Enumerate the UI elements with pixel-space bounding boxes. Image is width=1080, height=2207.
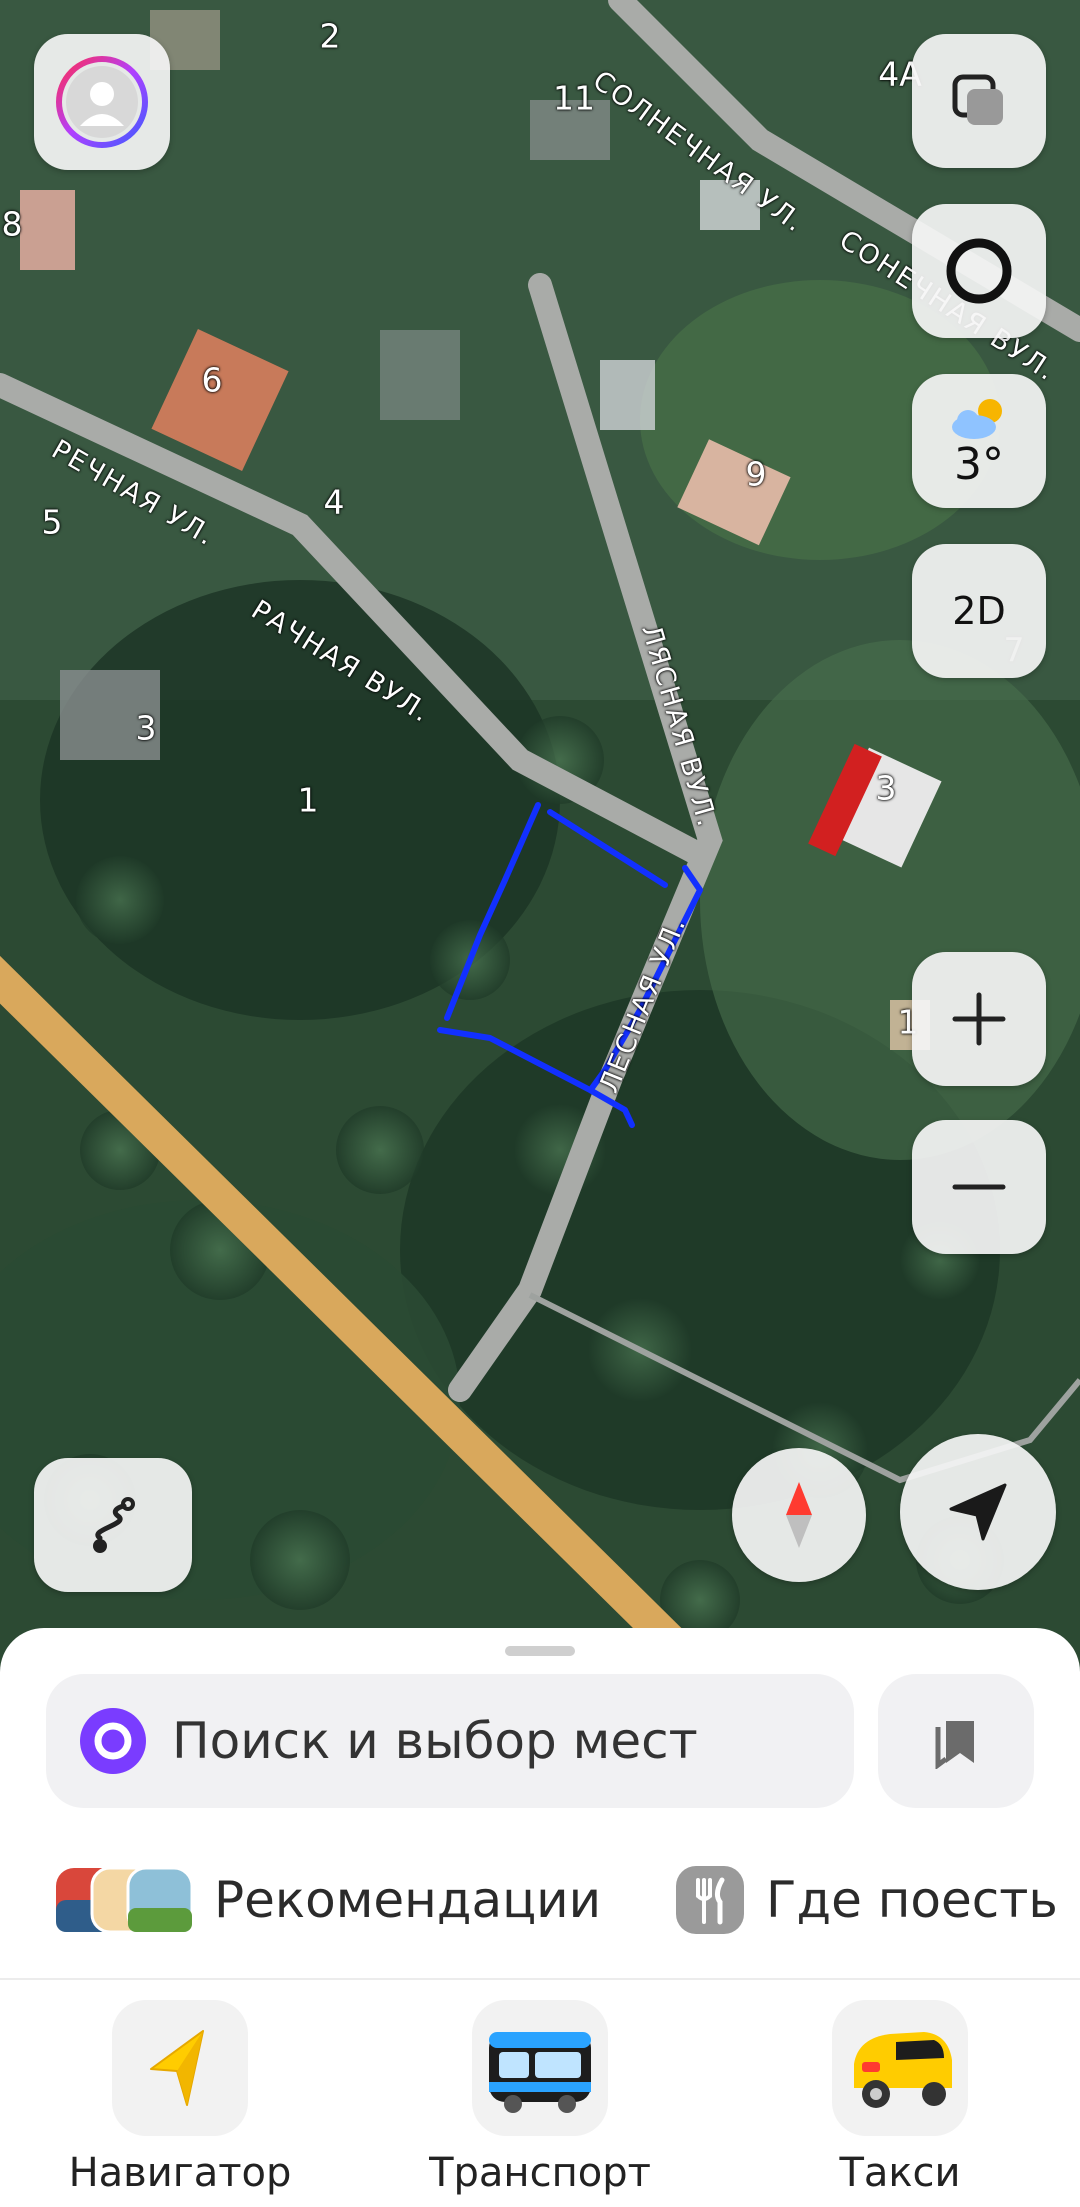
profile-icon bbox=[56, 56, 148, 148]
chip-recommendations[interactable]: Рекомендации bbox=[56, 1860, 601, 1940]
bottom-sheet[interactable]: Поиск и выбор мест Рекомендации Где поес… bbox=[0, 1628, 1080, 2207]
search-bar[interactable]: Поиск и выбор мест bbox=[46, 1674, 854, 1808]
chip-label: Рекомендации bbox=[214, 1871, 602, 1929]
nav-taxi[interactable]: Такси bbox=[770, 2000, 1030, 2196]
weather-widget[interactable]: 3° bbox=[912, 374, 1046, 508]
my-location-button[interactable] bbox=[900, 1434, 1056, 1590]
route-icon bbox=[93, 1497, 135, 1553]
compass-button[interactable] bbox=[732, 1448, 866, 1582]
nav-transport[interactable]: Транспорт bbox=[410, 2000, 670, 2196]
bookmarks-button[interactable] bbox=[878, 1674, 1034, 1808]
house-number: 11 bbox=[553, 78, 595, 118]
house-number: 6 bbox=[201, 360, 223, 400]
house-number: 2 bbox=[319, 16, 341, 56]
alice-ring-icon bbox=[946, 238, 1012, 304]
profile-button[interactable] bbox=[34, 34, 170, 170]
weather-temperature: 3° bbox=[954, 438, 1004, 490]
zoom-out-button[interactable] bbox=[912, 1120, 1046, 1254]
house-number: 3 bbox=[135, 708, 157, 748]
assistant-button[interactable] bbox=[912, 204, 1046, 338]
layers-icon bbox=[952, 74, 1003, 125]
alice-search-icon bbox=[80, 1708, 146, 1774]
compass-icon bbox=[786, 1482, 812, 1548]
house-number: 3 bbox=[875, 768, 897, 808]
navigation-arrow-icon bbox=[949, 1483, 1007, 1541]
house-number: 4 bbox=[323, 482, 345, 522]
navigator-arrow-icon bbox=[150, 2030, 204, 2106]
taxi-icon bbox=[854, 2032, 952, 2108]
zoom-in-button[interactable] bbox=[912, 952, 1046, 1086]
view-mode-label: 2D bbox=[952, 589, 1006, 633]
house-number: 1 bbox=[297, 780, 319, 820]
nav-label: Навигатор bbox=[68, 2150, 292, 2196]
nav-label: Такси bbox=[839, 2150, 961, 2196]
house-number: 5 bbox=[41, 502, 63, 542]
weather-cloud-sun-icon bbox=[952, 398, 1002, 439]
bookmarks-icon bbox=[935, 1721, 974, 1769]
route-button[interactable] bbox=[34, 1458, 192, 1592]
view-mode-button[interactable]: 2D bbox=[912, 544, 1046, 678]
layers-button[interactable] bbox=[912, 34, 1046, 168]
house-number: 9 bbox=[745, 454, 767, 494]
plus-icon bbox=[952, 992, 1006, 1046]
house-number: 8 bbox=[1, 204, 23, 244]
fork-knife-icon bbox=[676, 1866, 744, 1934]
chip-where-to-eat[interactable]: Где поесть bbox=[676, 1860, 1058, 1940]
nav-label: Транспорт bbox=[429, 2150, 651, 2196]
sheet-handle[interactable] bbox=[505, 1646, 575, 1656]
chip-label: Где поесть bbox=[766, 1871, 1058, 1929]
search-placeholder: Поиск и выбор мест bbox=[172, 1712, 698, 1770]
recommendations-icon bbox=[56, 1866, 192, 1934]
bus-icon bbox=[489, 2032, 591, 2113]
sheet-divider bbox=[0, 1978, 1080, 1980]
minus-icon bbox=[952, 1184, 1006, 1190]
nav-navigator[interactable]: Навигатор bbox=[50, 2000, 310, 2196]
